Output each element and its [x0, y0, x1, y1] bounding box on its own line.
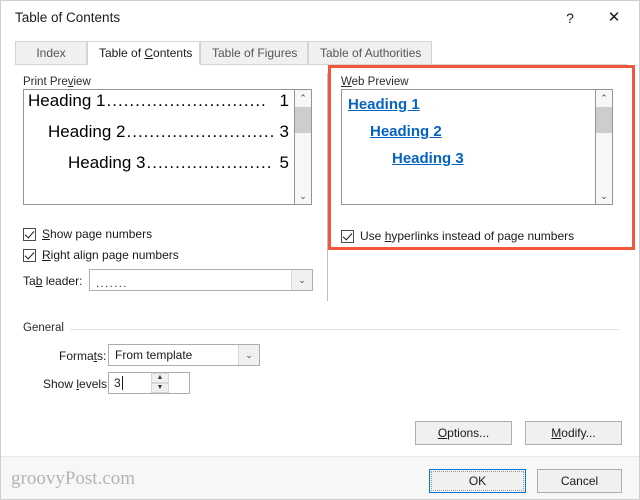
text-caret [122, 376, 123, 390]
tab-leader-dropdown[interactable]: ....... ⌄ [89, 269, 313, 291]
print-preview-entry-leader: ............................ [106, 91, 267, 110]
tab-leader-value: ....... [96, 270, 290, 290]
scrollbar-thumb[interactable] [295, 107, 311, 133]
ok-button[interactable]: OK [429, 469, 526, 493]
tab-table-of-figures-label: Table of Figures [212, 46, 298, 60]
checkmark-icon[interactable] [23, 248, 36, 262]
chevron-up-icon[interactable]: ⌃ [596, 90, 612, 106]
modify-button[interactable]: Modify... [525, 421, 622, 445]
print-preview-scrollbar[interactable]: ⌃ ⌄ [295, 89, 312, 205]
chevron-down-icon[interactable]: ⌄ [291, 270, 312, 290]
checkbox-use-hyperlinks[interactable]: Use hyperlinks instead of page numbers [341, 229, 574, 243]
print-preview-entry-text: Heading 1 [28, 91, 106, 110]
spinner-down-icon[interactable]: ▼ [151, 383, 169, 393]
tab-index[interactable]: Index [15, 41, 87, 65]
checkmark-icon[interactable] [341, 229, 354, 243]
stepper-buttons[interactable]: ▲ ▼ [151, 373, 169, 393]
general-group-label: General [23, 322, 70, 334]
watermark: groovyPost.com [11, 468, 136, 489]
formats-value: From template [115, 348, 193, 362]
show-levels-stepper[interactable]: 3 ▲ ▼ [108, 372, 190, 394]
print-preview-entry-page: 5 [279, 153, 289, 172]
show-levels-label: Show levels: [43, 377, 111, 391]
help-icon[interactable]: ? [549, 1, 591, 35]
formats-label: Formats: [59, 349, 107, 363]
tab-leader-label: Tab leader: [23, 274, 83, 288]
print-preview-entry: Heading 1 ............................ 1 [24, 91, 294, 121]
print-preview-entry-page: 3 [279, 122, 289, 141]
print-preview-entry-text: Heading 3 [68, 153, 146, 172]
tab-leader-dots: ....... [96, 278, 128, 290]
chevron-down-icon[interactable]: ⌄ [295, 188, 311, 204]
checkmark-icon[interactable] [23, 227, 36, 241]
checkbox-show-page-numbers-label: Show page numbers [42, 227, 153, 241]
options-button[interactable]: Options... [415, 421, 512, 445]
table-of-contents-dialog: Table of Contents ? ✕ Index Table of Con… [0, 0, 640, 500]
column-divider [327, 73, 328, 301]
tab-strip: Index Table of Contents Table of Figures… [15, 41, 627, 65]
cancel-button[interactable]: Cancel [537, 469, 622, 493]
chevron-down-icon[interactable]: ⌄ [238, 345, 259, 365]
title-bar: Table of Contents ? ✕ [1, 1, 639, 35]
formats-dropdown[interactable]: From template ⌄ [108, 344, 260, 366]
print-preview-entry: Heading 3 ...................... 5 [24, 153, 294, 183]
checkbox-use-hyperlinks-label: Use hyperlinks instead of page numbers [360, 229, 575, 243]
scrollbar-thumb[interactable] [596, 107, 612, 133]
tab-table-of-authorities-label: Table of Authorities [320, 46, 422, 60]
print-preview-entry-page: 1 [279, 91, 289, 110]
chevron-up-icon[interactable]: ⌃ [295, 90, 311, 106]
print-preview-box: Heading 1 ............................ 1… [23, 89, 295, 205]
checkbox-right-align-page-numbers[interactable]: Right align page numbers [23, 248, 179, 262]
print-preview-label: Print Preview [23, 76, 91, 88]
web-preview-link[interactable]: Heading 2 [370, 123, 442, 140]
tab-table-of-contents[interactable]: Table of Contents [87, 41, 200, 65]
spinner-up-icon[interactable]: ▲ [151, 373, 169, 383]
tab-index-label: Index [36, 46, 66, 60]
web-preview-scrollbar[interactable]: ⌃ ⌄ [596, 89, 613, 205]
general-group-rule [23, 329, 619, 330]
close-icon[interactable]: ✕ [593, 1, 635, 35]
tab-table-of-authorities[interactable]: Table of Authorities [308, 41, 432, 65]
print-preview-entry-text: Heading 2 [48, 122, 126, 141]
web-preview-box: Heading 1 Heading 2 Heading 3 [341, 89, 596, 205]
checkbox-right-align-page-numbers-label: Right align page numbers [42, 248, 179, 262]
window-title: Table of Contents [15, 10, 121, 25]
checkbox-show-page-numbers[interactable]: Show page numbers [23, 227, 152, 241]
web-preview-link[interactable]: Heading 3 [392, 150, 464, 167]
print-preview-entry-leader: ...................... [146, 153, 273, 172]
print-preview-entry-leader: .......................... [126, 122, 276, 141]
tab-table-of-contents-label: Table of Contents [99, 46, 193, 60]
chevron-down-icon[interactable]: ⌄ [596, 188, 612, 204]
show-levels-value[interactable]: 3 [114, 373, 121, 393]
tab-table-of-figures[interactable]: Table of Figures [200, 41, 308, 65]
web-preview-link[interactable]: Heading 1 [348, 96, 420, 113]
print-preview-entry: Heading 2 .......................... 3 [24, 122, 294, 152]
web-preview-label: Web Preview [341, 76, 409, 88]
